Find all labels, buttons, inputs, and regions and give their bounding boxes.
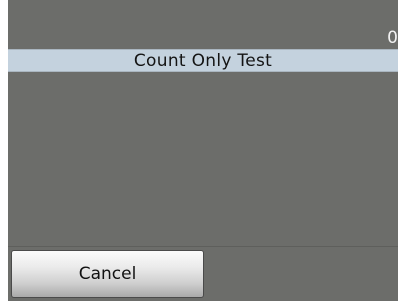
device-screen: 0 Count Only Test Cancel: [8, 0, 398, 301]
cancel-button-label: Cancel: [78, 264, 137, 284]
page-title: Count Only Test: [133, 50, 273, 71]
cancel-button[interactable]: Cancel: [11, 250, 204, 298]
footer-divider: [8, 246, 398, 247]
title-bar: Count Only Test: [8, 49, 398, 72]
count-value: 0: [387, 28, 398, 48]
